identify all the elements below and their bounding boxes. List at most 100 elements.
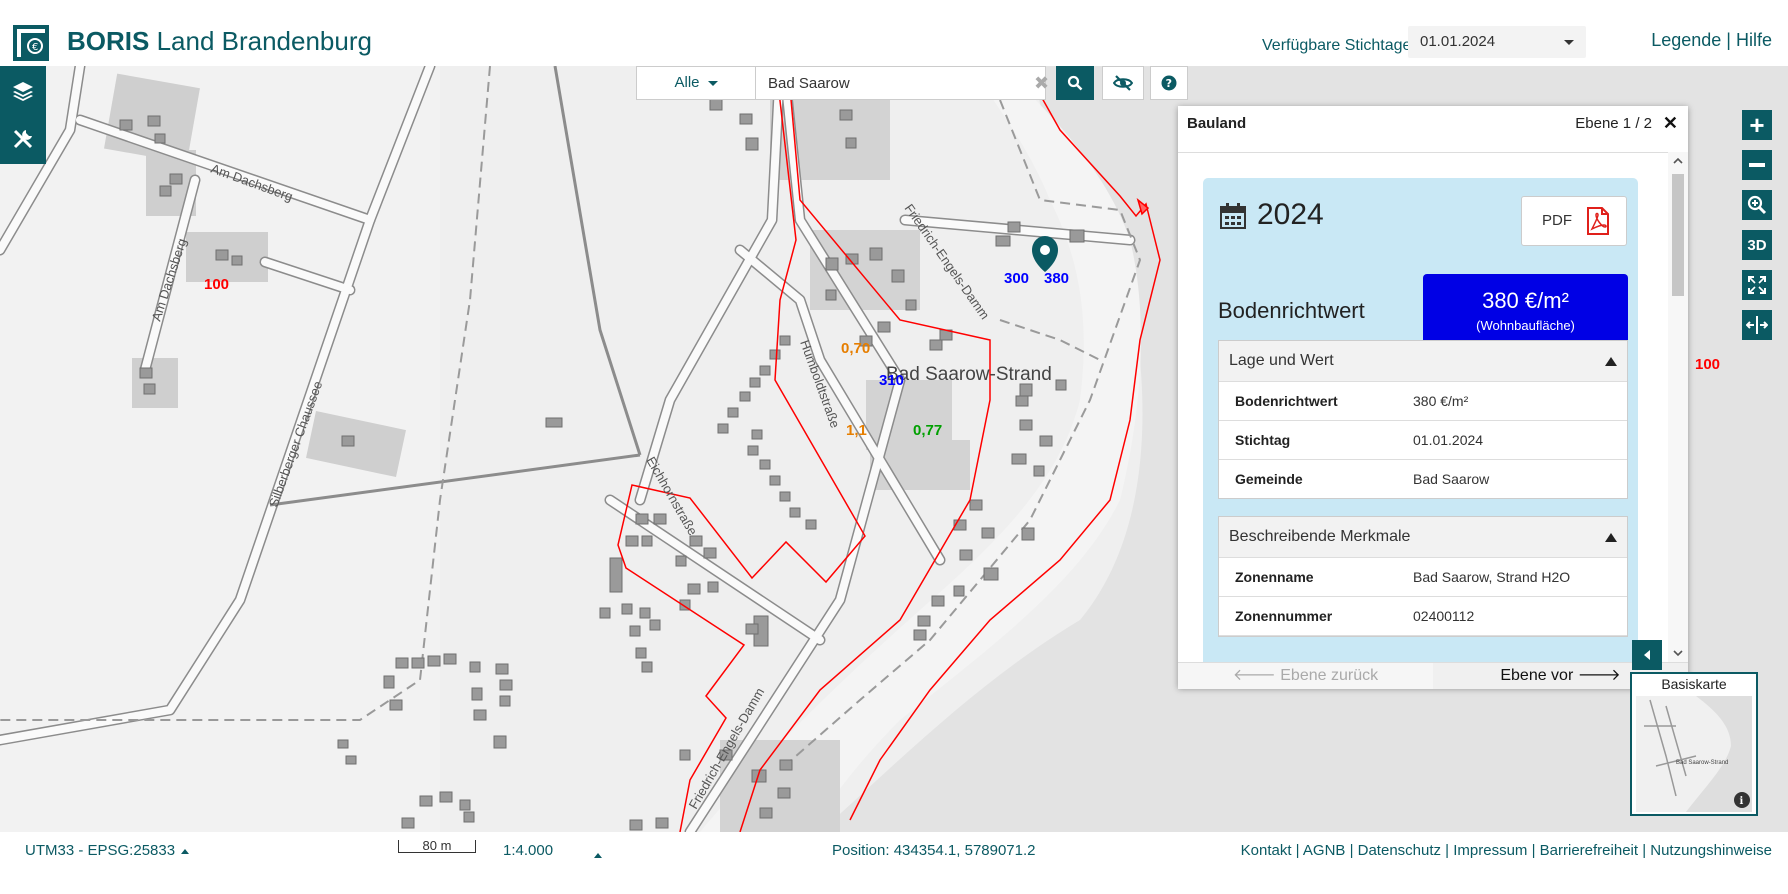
magnifier-plus-icon xyxy=(1747,195,1767,215)
panel-collapse-button[interactable] xyxy=(1632,640,1662,670)
section-header[interactable]: Beschreibende Merkmale xyxy=(1219,517,1627,558)
svg-text:€: € xyxy=(32,42,38,53)
overview-map[interactable]: Basiskarte Bad Saarow-Strand i xyxy=(1630,672,1758,816)
search-category-select[interactable]: Alle xyxy=(636,66,756,100)
app-title: BORIS Land Brandenburg xyxy=(67,26,372,57)
header-links[interactable]: Legende | Hilfe xyxy=(1651,30,1772,51)
row-value: 380 €/m² xyxy=(1413,393,1469,409)
year-heading: 2024 xyxy=(1257,198,1324,231)
footer: UTM33 - EPSG:25833 80 m 1:4.000 Position… xyxy=(0,832,1788,894)
search-category-value: Alle xyxy=(674,74,700,91)
svg-text:?: ? xyxy=(1166,77,1172,90)
table-row: Gemeinde Bad Saarow xyxy=(1219,460,1627,498)
bodenrichtwert-label: Bodenrichtwert xyxy=(1218,298,1365,323)
minus-icon xyxy=(1749,163,1765,167)
scale-bar: 80 m xyxy=(398,839,476,853)
scroll-up-icon xyxy=(1673,157,1683,164)
split-arrows-icon xyxy=(1746,316,1768,334)
row-key: Zonennummer xyxy=(1235,608,1333,624)
zoom-to-extent-button[interactable] xyxy=(1742,190,1772,220)
row-key: Bodenrichtwert xyxy=(1235,393,1338,409)
zoom-out-button[interactable] xyxy=(1742,150,1772,180)
overview-map-canvas[interactable]: Bad Saarow-Strand i xyxy=(1636,696,1752,812)
chevron-down-icon xyxy=(707,80,718,86)
scale-select[interactable] xyxy=(588,846,602,863)
plus-icon: + xyxy=(1749,110,1765,140)
header: € BORIS Land Brandenburg Verfügbare Stic… xyxy=(0,0,1788,66)
3d-button[interactable]: 3D xyxy=(1742,230,1772,260)
pdf-button[interactable]: PDF xyxy=(1521,196,1627,246)
section-beschreibende-merkmale: Beschreibende Merkmale Zonenname Bad Saar… xyxy=(1218,516,1628,637)
bodenrichtwert-value: 380 €/m² xyxy=(1482,288,1569,313)
table-row: Zonenname Bad Saarow, Strand H2O xyxy=(1219,558,1627,597)
feature-info-panel: Bauland Ebene 1 / 2 ✕ 2024 PDF Bodenrich… xyxy=(1178,106,1688,689)
info-icon: i xyxy=(1740,796,1744,807)
hide-results-button[interactable] xyxy=(1102,66,1144,100)
app-title-rest: Land Brandenburg xyxy=(149,26,372,56)
eye-slash-icon xyxy=(1113,75,1133,91)
section-title: Beschreibende Merkmale xyxy=(1229,528,1411,545)
search-input[interactable] xyxy=(756,66,1046,100)
stichtag-select[interactable]: 01.01.2024 xyxy=(1408,26,1586,58)
row-value: Bad Saarow, Strand H2O xyxy=(1413,569,1571,585)
question-icon: ? xyxy=(1161,75,1177,91)
search-button[interactable] xyxy=(1056,66,1094,100)
fullscreen-button[interactable] xyxy=(1742,270,1772,300)
row-value: Bad Saarow xyxy=(1413,471,1490,487)
panel-layer-indicator: Ebene 1 / 2 xyxy=(1575,115,1652,132)
value-label: 0,70 xyxy=(841,340,871,357)
cursor-position: Position: 434354.1, 5789071.2 xyxy=(832,842,1036,859)
scale-value: 1:4.000 xyxy=(503,842,554,859)
ebene-back-button[interactable]: 🡐 Ebene zurück xyxy=(1178,663,1433,689)
zoom-in-button[interactable]: + xyxy=(1742,110,1772,140)
expand-icon xyxy=(1748,276,1766,294)
panel-body[interactable]: 2024 PDF Bodenrichtwert 380 €/m² (Wohnba… xyxy=(1178,152,1668,662)
search-icon xyxy=(1067,75,1083,91)
chevron-up-icon xyxy=(181,848,190,854)
stichtag-label: Verfügbare Stichtage: xyxy=(1262,37,1416,54)
left-toolbar xyxy=(0,66,46,164)
value-label: 380 xyxy=(1044,270,1070,287)
panel-footer: 🡐 Ebene zurück Ebene vor 🡒 xyxy=(1178,662,1688,689)
section-title: Lage und Wert xyxy=(1229,352,1334,369)
panel-title: Bauland xyxy=(1187,115,1247,132)
clear-icon[interactable]: ✖ xyxy=(1034,73,1049,94)
stichtag-value: 01.01.2024 xyxy=(1420,33,1496,50)
chevron-up-icon xyxy=(594,852,602,858)
overview-map-graphics: Bad Saarow-Strand i xyxy=(1636,696,1752,812)
value-label: 1,1 xyxy=(846,422,867,439)
overview-place-label: Bad Saarow-Strand xyxy=(1676,760,1728,766)
pdf-file-icon xyxy=(1587,207,1609,235)
panel-scrollbar[interactable] xyxy=(1668,152,1688,662)
row-key: Stichtag xyxy=(1235,432,1291,448)
tools-button[interactable] xyxy=(0,116,46,162)
3d-icon: 3D xyxy=(1747,236,1767,254)
scroll-down-icon xyxy=(1673,650,1683,657)
help-button[interactable]: ? xyxy=(1150,66,1188,100)
row-key: Zonenname xyxy=(1235,569,1314,585)
row-key: Gemeinde xyxy=(1235,471,1303,487)
close-icon[interactable]: ✕ xyxy=(1663,113,1678,134)
collapse-arrow-icon xyxy=(1605,533,1617,542)
scroll-thumb[interactable] xyxy=(1672,174,1684,296)
bodenrichtwert-usage: (Wohnbaufläche) xyxy=(1476,318,1575,333)
split-view-button[interactable] xyxy=(1742,310,1772,340)
panel-header: Bauland Ebene 1 / 2 ✕ xyxy=(1178,106,1688,153)
boris-logo: € xyxy=(13,25,49,61)
crs-value: UTM33 - EPSG:25833 xyxy=(25,842,176,859)
chevron-down-icon xyxy=(1564,40,1574,45)
row-value: 02400112 xyxy=(1413,608,1475,624)
layers-icon xyxy=(13,82,33,101)
table-row: Stichtag 01.01.2024 xyxy=(1219,421,1627,460)
section-header[interactable]: Lage und Wert xyxy=(1219,341,1627,382)
overview-map-title: Basiskarte xyxy=(1632,674,1756,694)
footer-links[interactable]: Kontakt | AGNB | Datenschutz | Impressum… xyxy=(1241,842,1772,859)
table-row: Bodenrichtwert 380 €/m² xyxy=(1219,382,1627,421)
app-title-bold: BORIS xyxy=(67,26,150,56)
collapse-arrow-icon xyxy=(1605,357,1617,366)
value-label: 300 xyxy=(1004,270,1030,287)
layers-button[interactable] xyxy=(0,68,46,114)
table-row: Zonennummer 02400112 xyxy=(1219,597,1627,636)
crs-select[interactable]: UTM33 - EPSG:25833 xyxy=(25,842,190,859)
place-label: Bad Saarow-Strand xyxy=(886,364,1052,385)
